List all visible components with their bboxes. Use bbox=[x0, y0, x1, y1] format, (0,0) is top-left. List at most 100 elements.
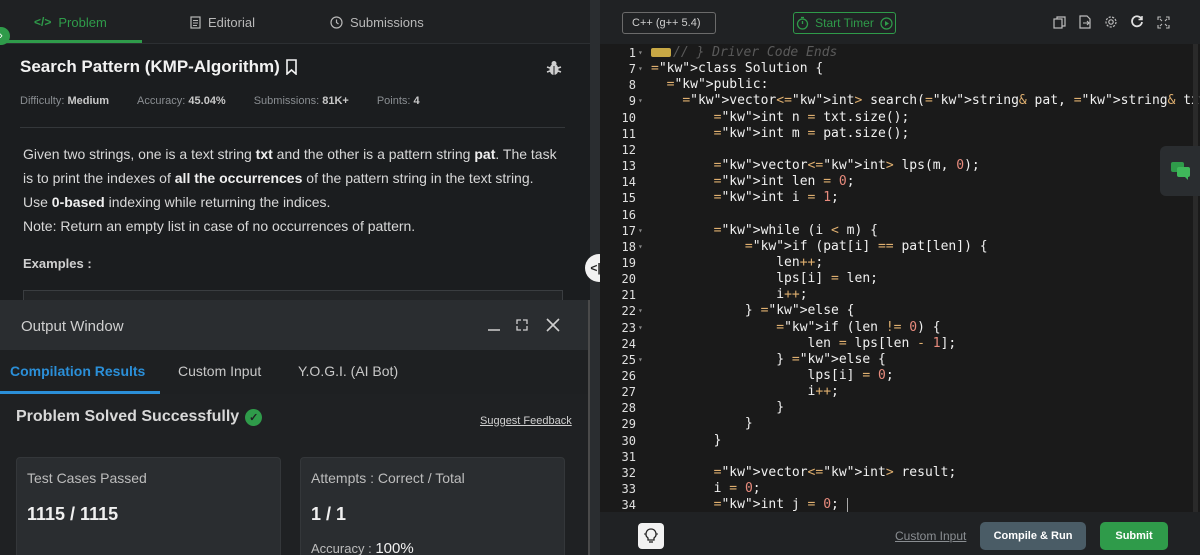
check-icon: ✓ bbox=[245, 408, 263, 426]
tab-custom-input[interactable]: Custom Input bbox=[178, 363, 261, 379]
code-line[interactable]: len++; bbox=[651, 255, 823, 271]
fullscreen-icon[interactable] bbox=[1155, 14, 1171, 30]
tab-problem[interactable]: </> Problem bbox=[34, 0, 107, 44]
fold-toggle-icon[interactable]: ▾ bbox=[638, 61, 646, 77]
file-export-icon[interactable] bbox=[1077, 14, 1093, 30]
code-line[interactable]: } bbox=[651, 400, 784, 416]
line-number: 16 bbox=[621, 207, 636, 222]
fold-toggle-icon[interactable]: ▾ bbox=[638, 352, 646, 368]
bookmark-icon[interactable] bbox=[285, 59, 298, 75]
line-number: 24 bbox=[621, 336, 636, 351]
problem-description: Given two strings, one is a text string … bbox=[23, 146, 557, 234]
editor-toolbar: C++ (g++ 5.4) Start Timer bbox=[600, 0, 1200, 44]
tab-submissions[interactable]: Submissions bbox=[330, 0, 424, 44]
active-tab-indicator bbox=[0, 40, 142, 43]
line-number: 7 bbox=[628, 62, 636, 77]
code-line[interactable]: lps[i] = 0; bbox=[651, 368, 894, 384]
play-icon bbox=[880, 16, 893, 30]
minimize-icon[interactable] bbox=[483, 314, 505, 336]
editor-bottom-bar: Custom Input Compile & Run Submit bbox=[600, 512, 1200, 555]
output-window: Output Window Compilation Results Custom… bbox=[0, 300, 593, 555]
fold-toggle-icon[interactable]: ▾ bbox=[638, 93, 646, 109]
line-gutter: 1 ▾ 7 ▾ 8 9 ▾ 10 11 12 13 14 15 16 17 ▾ 18 ▾ 19 20 21 22 ▾ 23 ▾ 2… bbox=[600, 44, 648, 512]
reset-icon[interactable] bbox=[1129, 14, 1145, 30]
code-line[interactable]: ="kw">vector<="kw">int> search(="kw">str… bbox=[651, 93, 1200, 109]
editor-scrollbar[interactable] bbox=[1193, 44, 1198, 512]
line-number: 33 bbox=[621, 482, 636, 497]
lightbulb-icon[interactable] bbox=[638, 523, 664, 549]
attempts-label: Attempts : Correct / Total bbox=[311, 470, 465, 486]
language-select-value: C++ (g++ 5.4) bbox=[632, 17, 701, 29]
chat-button[interactable] bbox=[1160, 146, 1200, 196]
code-line[interactable]: } bbox=[651, 433, 722, 449]
code-line[interactable]: len = lps[len - 1]; bbox=[651, 336, 957, 352]
line-number: 9 bbox=[628, 94, 636, 109]
problem-note: Note: Return an empty list in case of no… bbox=[23, 218, 416, 234]
code-line[interactable]: ="kw">int j = 0; bbox=[651, 497, 848, 513]
fold-toggle-icon[interactable]: ▾ bbox=[638, 223, 646, 239]
attempts-value: 1 / 1 bbox=[311, 504, 347, 524]
editor-panel: C++ (g++ 5.4) Start Timer 1 ▾ 7 ▾ 8 9 ▾ 10 11 12 1… bbox=[600, 0, 1200, 555]
tab-yogi-bot[interactable]: Y.O.G.I. (AI Bot) bbox=[298, 363, 398, 379]
examples-heading: Examples : bbox=[23, 256, 92, 271]
suggest-feedback-link[interactable]: Suggest Feedback bbox=[480, 415, 572, 427]
code-line[interactable]: ="kw">vector<="kw">int> lps(m, 0); bbox=[651, 158, 980, 174]
code-line[interactable]: } ="kw">else { bbox=[651, 352, 886, 368]
line-number: 21 bbox=[621, 288, 636, 303]
line-number: 26 bbox=[621, 369, 636, 383]
difficulty: Difficulty: Medium bbox=[20, 95, 110, 107]
code-line[interactable]: lps[i] = len; bbox=[651, 271, 878, 287]
submit-button[interactable]: Submit bbox=[1100, 522, 1168, 550]
tab-compilation-results[interactable]: Compilation Results bbox=[10, 363, 145, 379]
test-cases-card: Test Cases Passed 1115 / 1115 bbox=[16, 457, 281, 555]
code-line[interactable]: ="kw">vector<="kw">int> result; bbox=[651, 465, 957, 481]
line-number: 10 bbox=[621, 110, 636, 125]
tab-problem-label: Problem bbox=[58, 14, 107, 30]
bug-report-icon[interactable] bbox=[545, 59, 563, 77]
code-line[interactable]: // } Driver Code Ends bbox=[651, 45, 837, 61]
code-line[interactable]: i = 0; bbox=[651, 481, 761, 497]
line-number: 18 bbox=[621, 239, 636, 254]
code-editor[interactable]: 1 ▾ 7 ▾ 8 9 ▾ 10 11 12 13 14 15 16 17 ▾ 18 ▾ 19 20 21 22 ▾ 23 ▾ 2… bbox=[600, 44, 1200, 512]
code-line[interactable]: } bbox=[651, 416, 753, 432]
start-timer-button[interactable]: Start Timer bbox=[793, 12, 896, 34]
code-line[interactable]: ="kw">public: bbox=[651, 77, 769, 93]
expand-icon[interactable] bbox=[511, 314, 533, 336]
code-line[interactable]: ="kw">int len = 0; bbox=[651, 174, 855, 190]
problem-meta: Difficulty: Medium Accuracy: 45.04% Subm… bbox=[20, 95, 448, 107]
tab-submissions-label: Submissions bbox=[350, 14, 424, 30]
line-number: 8 bbox=[628, 78, 636, 93]
fold-toggle-icon[interactable]: ▾ bbox=[638, 320, 646, 336]
code-line[interactable]: } ="kw">else { bbox=[651, 303, 855, 319]
problem-title-text: Search Pattern (KMP-Algorithm) bbox=[20, 57, 280, 76]
code-line[interactable]: ="kw">while (i < m) { bbox=[651, 223, 878, 239]
copy-icon[interactable] bbox=[1051, 14, 1067, 30]
line-number: 13 bbox=[621, 159, 636, 174]
folded-code-icon[interactable] bbox=[651, 48, 671, 57]
status-message: Problem Solved Successfully ✓ bbox=[16, 408, 263, 426]
language-select[interactable]: C++ (g++ 5.4) bbox=[622, 12, 716, 34]
code-line[interactable]: ="kw">int m = pat.size(); bbox=[651, 126, 910, 142]
attempts-card: Attempts : Correct / Total 1 / 1 Accurac… bbox=[300, 457, 565, 555]
fold-toggle-icon[interactable]: ▾ bbox=[638, 239, 646, 255]
fold-toggle-icon[interactable]: ▾ bbox=[638, 45, 646, 61]
code-line[interactable]: ="kw">if (len != 0) { bbox=[651, 320, 940, 336]
stopwatch-icon bbox=[797, 16, 809, 30]
code-line[interactable]: i++; bbox=[651, 384, 839, 400]
code-line[interactable]: ="kw">int i = 1; bbox=[651, 190, 839, 206]
compile-run-button[interactable]: Compile & Run bbox=[980, 522, 1086, 550]
close-icon[interactable] bbox=[542, 314, 564, 336]
code-line[interactable]: ="kw">int n = txt.size(); bbox=[651, 110, 910, 126]
tab-editorial[interactable]: Editorial bbox=[190, 0, 255, 44]
line-number: 12 bbox=[621, 142, 636, 157]
accuracy-result: Accuracy : 100% bbox=[311, 540, 414, 555]
code-line[interactable]: ="kw">if (pat[i] == pat[len]) { bbox=[651, 239, 988, 255]
code-line[interactable]: i++; bbox=[651, 287, 807, 303]
status-text: Problem Solved Successfully bbox=[16, 408, 240, 425]
custom-input-link[interactable]: Custom Input bbox=[895, 529, 966, 543]
test-cases-value: 1115 / 1115 bbox=[27, 504, 119, 524]
gear-icon[interactable] bbox=[1103, 14, 1119, 30]
fold-toggle-icon[interactable]: ▾ bbox=[638, 303, 646, 319]
line-number: 34 bbox=[621, 498, 636, 513]
code-line[interactable]: ="kw">class Solution { bbox=[651, 61, 823, 77]
